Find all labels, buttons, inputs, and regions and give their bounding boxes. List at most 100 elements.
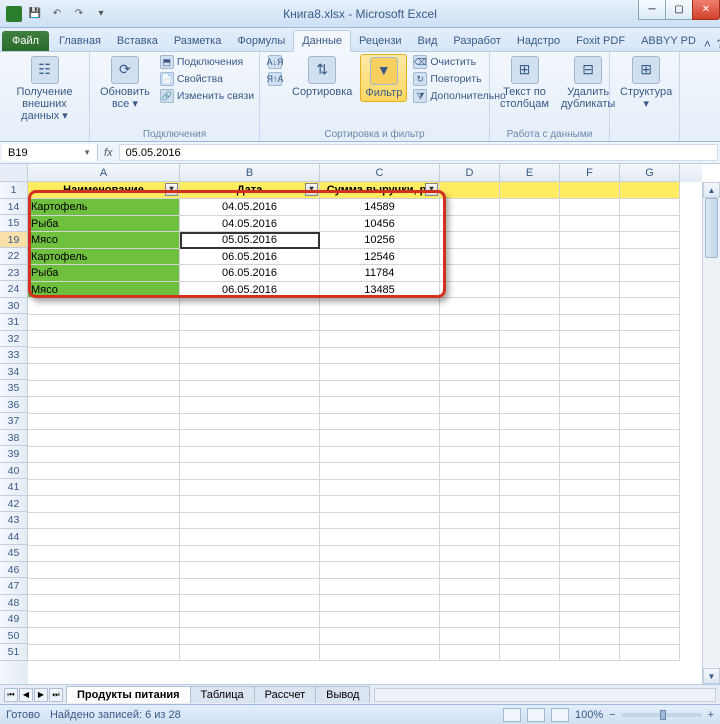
cell[interactable]: 11784 <box>320 265 440 282</box>
cell[interactable] <box>180 331 320 348</box>
scroll-up-button[interactable]: ▲ <box>703 182 720 198</box>
cell[interactable] <box>440 381 500 398</box>
close-button[interactable]: ✕ <box>692 0 720 20</box>
cell[interactable] <box>180 348 320 365</box>
cell[interactable] <box>620 645 680 662</box>
cell[interactable]: Рыба <box>28 216 180 233</box>
cell[interactable] <box>500 381 560 398</box>
cell[interactable] <box>620 282 680 299</box>
col-header-A[interactable]: A <box>28 164 180 182</box>
cell[interactable] <box>180 381 320 398</box>
next-sheet-button[interactable]: ▶ <box>34 688 48 702</box>
cell[interactable] <box>620 216 680 233</box>
row-header[interactable]: 41 <box>0 479 28 496</box>
cell[interactable] <box>320 645 440 662</box>
cell[interactable] <box>500 348 560 365</box>
cell[interactable] <box>560 397 620 414</box>
cell[interactable] <box>620 381 680 398</box>
cell[interactable] <box>28 397 180 414</box>
cell[interactable] <box>320 463 440 480</box>
cell[interactable] <box>28 513 180 530</box>
scroll-thumb[interactable] <box>705 198 718 258</box>
edit-links-button[interactable]: 🔗Изменить связи <box>158 88 256 104</box>
cell[interactable] <box>320 331 440 348</box>
cell[interactable] <box>560 447 620 464</box>
row-header[interactable]: 50 <box>0 628 28 645</box>
cell[interactable] <box>28 546 180 563</box>
cell[interactable]: 04.05.2016 <box>180 199 320 216</box>
cell[interactable] <box>560 612 620 629</box>
cell[interactable] <box>440 529 500 546</box>
last-sheet-button[interactable]: ⏭ <box>49 688 63 702</box>
cell[interactable] <box>180 513 320 530</box>
cell[interactable] <box>500 480 560 497</box>
maximize-button[interactable]: ▢ <box>665 0 693 20</box>
cell[interactable] <box>500 216 560 233</box>
cell[interactable] <box>180 447 320 464</box>
cell[interactable]: 05.05.2016 <box>180 232 320 249</box>
cell[interactable] <box>560 496 620 513</box>
cell[interactable] <box>28 331 180 348</box>
col-header-C[interactable]: C <box>320 164 440 182</box>
tab-abbyy pd[interactable]: ABBYY PD <box>633 31 704 51</box>
cell[interactable]: 14589 <box>320 199 440 216</box>
cell[interactable]: 13485 <box>320 282 440 299</box>
tab-вид[interactable]: Вид <box>410 31 446 51</box>
cell[interactable] <box>440 595 500 612</box>
cell[interactable] <box>620 232 680 249</box>
qat-more-icon[interactable]: ▾ <box>92 5 110 23</box>
cell[interactable] <box>28 298 180 315</box>
cell[interactable] <box>180 430 320 447</box>
cell[interactable] <box>440 265 500 282</box>
cell[interactable] <box>500 496 560 513</box>
cell[interactable] <box>500 182 560 199</box>
cell[interactable] <box>500 397 560 414</box>
cell[interactable] <box>28 364 180 381</box>
page-break-button[interactable] <box>551 708 569 722</box>
fx-icon[interactable]: fx <box>104 147 113 159</box>
tab-вставка[interactable]: Вставка <box>109 31 166 51</box>
cell[interactable] <box>320 612 440 629</box>
cell[interactable] <box>320 430 440 447</box>
row-header[interactable]: 35 <box>0 380 28 397</box>
cell[interactable] <box>620 529 680 546</box>
cell[interactable] <box>28 414 180 431</box>
cell[interactable] <box>440 546 500 563</box>
cell[interactable] <box>28 529 180 546</box>
cell[interactable] <box>440 562 500 579</box>
cell[interactable] <box>440 315 500 332</box>
cell[interactable]: 04.05.2016 <box>180 216 320 233</box>
cell[interactable] <box>440 298 500 315</box>
cell[interactable] <box>440 397 500 414</box>
cell[interactable] <box>620 595 680 612</box>
cell[interactable] <box>180 628 320 645</box>
cell[interactable] <box>620 546 680 563</box>
ribbon-collapse-icon[interactable]: ˄ <box>704 37 711 51</box>
cell[interactable] <box>620 199 680 216</box>
cell[interactable] <box>320 414 440 431</box>
cell[interactable] <box>440 232 500 249</box>
cell[interactable] <box>180 414 320 431</box>
cell[interactable] <box>320 381 440 398</box>
cell[interactable] <box>500 595 560 612</box>
cell[interactable]: Наименование▾ <box>28 182 180 199</box>
cell[interactable] <box>500 282 560 299</box>
cell[interactable] <box>620 562 680 579</box>
cell[interactable] <box>560 216 620 233</box>
cell[interactable] <box>560 480 620 497</box>
col-header-G[interactable]: G <box>620 164 680 182</box>
cell[interactable] <box>500 232 560 249</box>
col-header-D[interactable]: D <box>440 164 500 182</box>
cell[interactable] <box>500 628 560 645</box>
cell[interactable] <box>440 199 500 216</box>
cell[interactable] <box>560 249 620 266</box>
cell[interactable] <box>560 265 620 282</box>
cells-area[interactable]: Наименование▾Дата▾Сумма выручки, ру▾Карт… <box>28 182 702 684</box>
cell[interactable] <box>180 496 320 513</box>
cell[interactable] <box>560 298 620 315</box>
row-header[interactable]: 38 <box>0 430 28 447</box>
cell[interactable] <box>180 645 320 662</box>
cell[interactable] <box>440 364 500 381</box>
sort-button[interactable]: ⇅ Сортировка <box>288 54 356 100</box>
cell[interactable] <box>560 414 620 431</box>
